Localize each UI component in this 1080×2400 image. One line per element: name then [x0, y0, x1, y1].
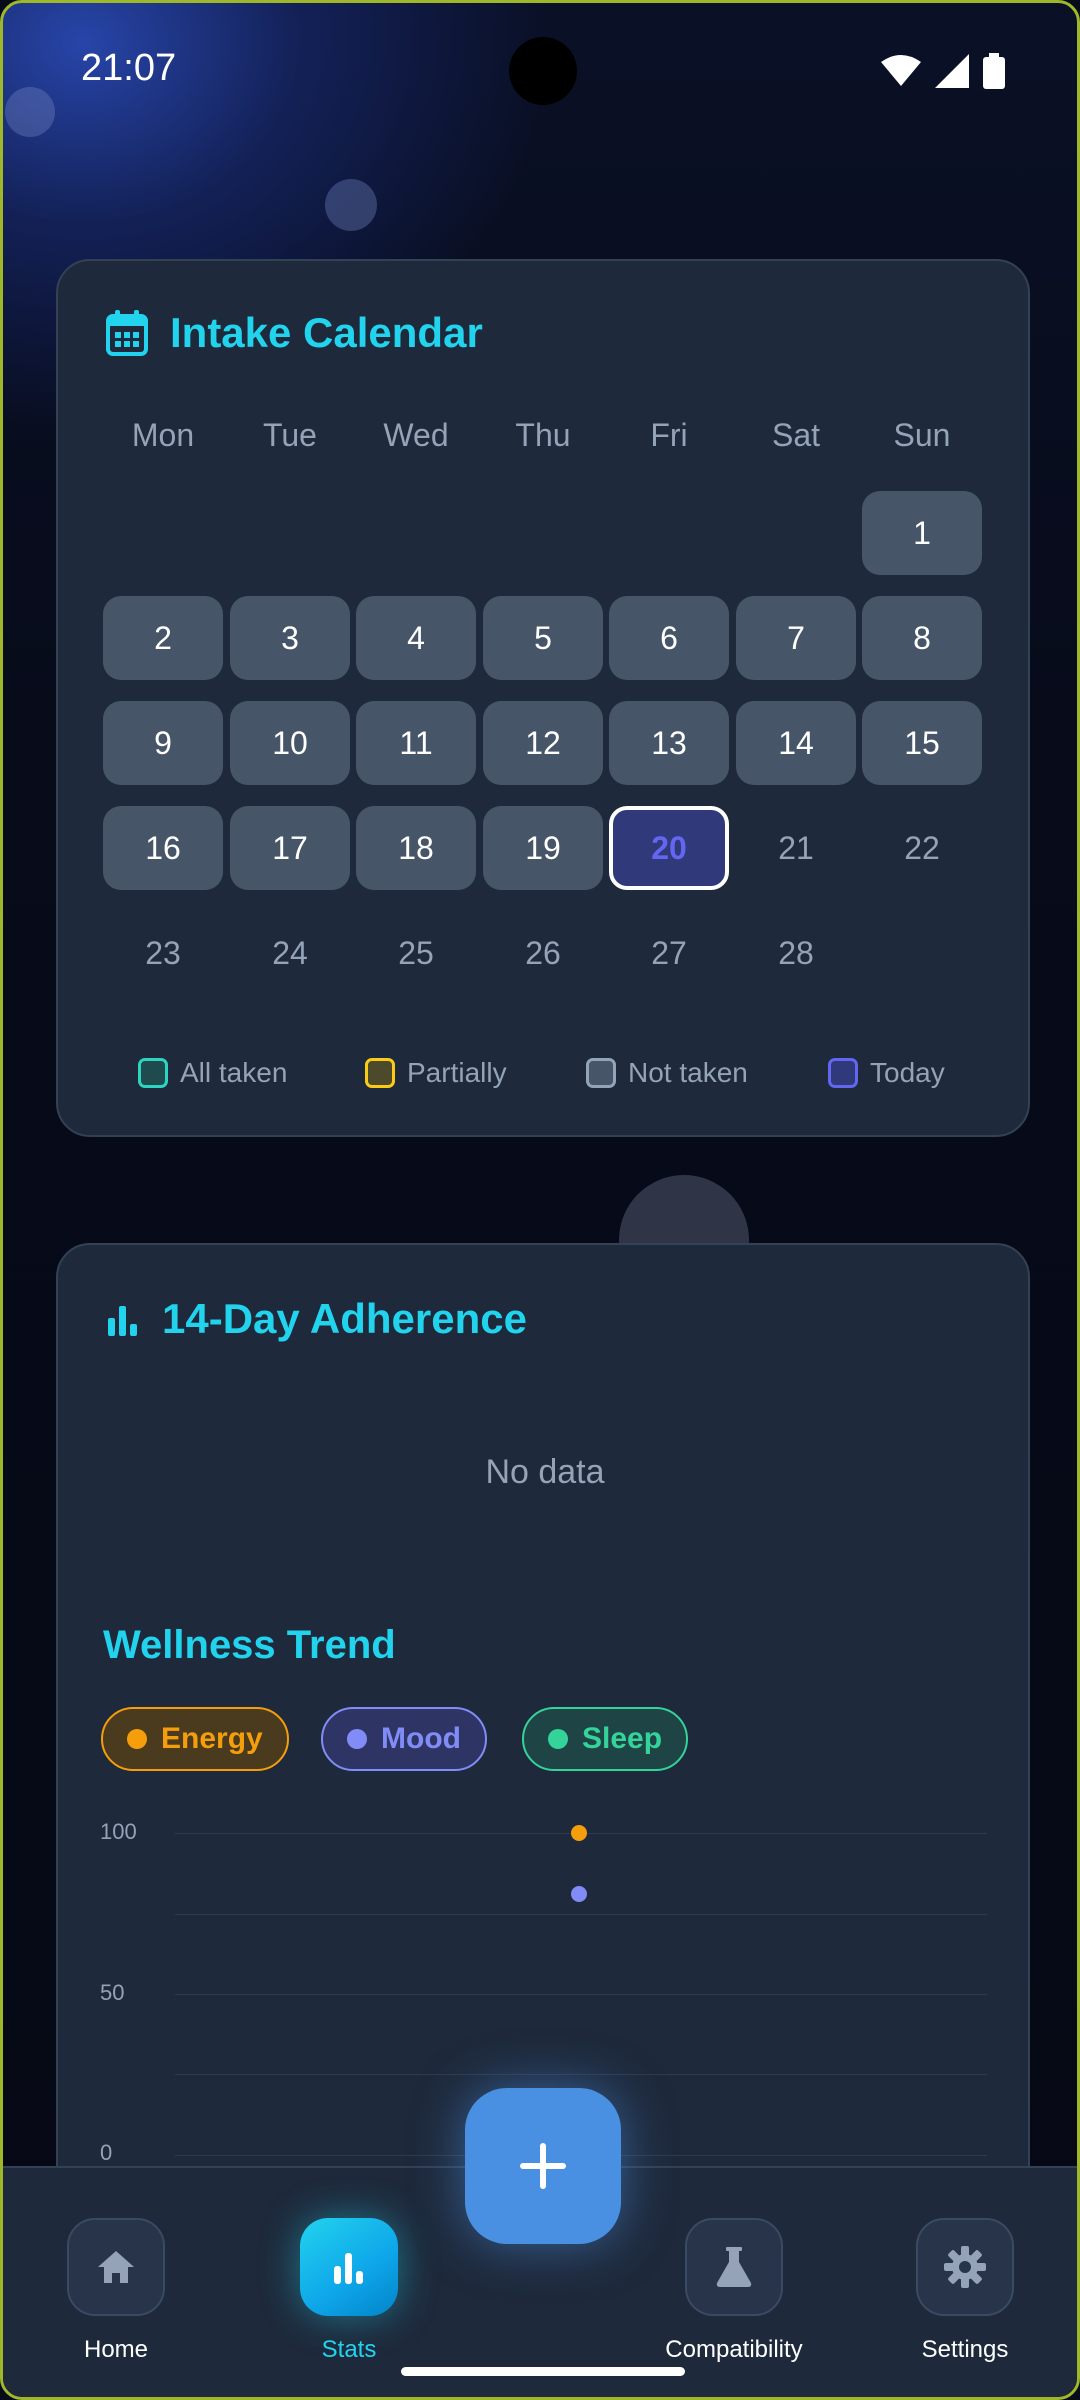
nav-label: Settings [921, 2336, 1009, 2363]
legend-swatch [828, 1058, 858, 1088]
calendar-icon [106, 310, 148, 356]
add-fab-button[interactable] [465, 2088, 621, 2244]
adherence-empty-text: No data [485, 1453, 605, 1491]
calendar-day[interactable]: 14 [736, 701, 856, 785]
calendar-day[interactable]: 26 [483, 911, 603, 995]
chip-label: Mood [381, 1722, 461, 1755]
chip-energy[interactable]: Energy [101, 1707, 289, 1771]
calendar-day[interactable]: 24 [230, 911, 350, 995]
weekday-label: Fri [650, 417, 688, 453]
calendar-day[interactable]: 2 [103, 596, 223, 680]
calendar-day[interactable]: 9 [103, 701, 223, 785]
y-tick-label: 50 [100, 1980, 125, 2005]
home-indicator [401, 2367, 685, 2376]
signal-icon [935, 54, 969, 88]
chip-mood[interactable]: Mood [321, 1707, 487, 1771]
wellness-title: Wellness Trend [103, 1623, 396, 1667]
home-icon [98, 2251, 134, 2283]
legend-label: Partially [407, 1057, 507, 1088]
calendar-title: Intake Calendar [170, 309, 483, 356]
calendar-day[interactable]: 16 [103, 806, 223, 890]
calendar-day[interactable]: 11 [356, 701, 476, 785]
calendar-day[interactable]: 22 [862, 806, 982, 890]
calendar-day[interactable]: 23 [103, 911, 223, 995]
calendar-day[interactable]: 6 [609, 596, 729, 680]
legend-swatch [365, 1058, 395, 1088]
nav-compatibility-button[interactable] [685, 2218, 783, 2316]
calendar-day[interactable]: 1 [862, 491, 982, 575]
calendar-day[interactable]: 15 [862, 701, 982, 785]
chip-label: Energy [161, 1722, 263, 1755]
battery-icon [983, 53, 1005, 89]
mood-dot-icon [347, 1729, 367, 1749]
camera-cutout [509, 37, 577, 105]
calendar-day[interactable]: 21 [736, 806, 856, 890]
wifi-icon [881, 55, 921, 86]
nav-label: Stats [321, 2336, 377, 2363]
bar-chart-icon [334, 2253, 363, 2284]
nav-label: Compatibility [665, 2336, 803, 2363]
app-screen: 21:07 Intake Calendar Mon Tue Wed Thu Fr… [0, 0, 1080, 2400]
calendar-day[interactable]: 8 [862, 596, 982, 680]
y-tick-label: 0 [100, 2140, 113, 2165]
gear-icon [944, 2246, 986, 2288]
legend-label: All taken [180, 1057, 288, 1088]
calendar-day[interactable]: 12 [483, 701, 603, 785]
adherence-title: 14-Day Adherence [162, 1295, 527, 1342]
y-tick-label: 100 [100, 1819, 137, 1844]
weekday-label: Sat [771, 417, 821, 453]
nav-settings-button[interactable] [916, 2218, 1014, 2316]
calendar-day[interactable]: 25 [356, 911, 476, 995]
calendar-header: Intake Calendar [106, 309, 483, 357]
gridline [175, 2074, 987, 2075]
calendar-day-today[interactable]: 20 [609, 806, 729, 890]
weekday-label: Tue [263, 417, 317, 453]
plus-icon [520, 2143, 566, 2189]
calendar-day[interactable]: 19 [483, 806, 603, 890]
calendar-day[interactable]: 4 [356, 596, 476, 680]
status-time: 21:07 [81, 47, 177, 89]
legend-not-taken: Not taken [586, 1057, 748, 1089]
weekday-label: Sun [893, 417, 951, 453]
nav-label: Home [83, 2336, 149, 2363]
status-icons [881, 51, 1005, 91]
status-bar: 21:07 [3, 3, 1077, 138]
calendar-day[interactable]: 3 [230, 596, 350, 680]
weekday-label: Wed [383, 417, 449, 453]
calendar-day[interactable]: 5 [483, 596, 603, 680]
nav-stats-button[interactable] [300, 2218, 398, 2316]
energy-dot-icon [127, 1729, 147, 1749]
gridline [175, 1914, 987, 1915]
calendar-day[interactable]: 27 [609, 911, 729, 995]
legend-swatch [138, 1058, 168, 1088]
calendar-day[interactable]: 28 [736, 911, 856, 995]
legend-all-taken: All taken [138, 1057, 287, 1089]
calendar-day[interactable]: 10 [230, 701, 350, 785]
weekday-label: Thu [515, 417, 571, 453]
chip-label: Sleep [582, 1722, 663, 1755]
weekday-label: Mon [131, 417, 195, 453]
chip-sleep[interactable]: Sleep [522, 1707, 689, 1771]
chart-point-energy [571, 1825, 587, 1841]
adherence-header: 14-Day Adherence [106, 1295, 527, 1343]
calendar-day[interactable]: 13 [609, 701, 729, 785]
decor-bubble [325, 179, 377, 231]
legend-label: Not taken [628, 1057, 748, 1088]
bar-chart-icon [108, 1306, 137, 1336]
calendar-day[interactable]: 18 [356, 806, 476, 890]
calendar-day[interactable]: 7 [736, 596, 856, 680]
gridline [175, 1994, 987, 1995]
nav-home-button[interactable] [67, 2218, 165, 2316]
legend-partially: Partially [365, 1057, 507, 1089]
sleep-dot-icon [548, 1729, 568, 1749]
legend-today: Today [828, 1057, 945, 1089]
legend-swatch [586, 1058, 616, 1088]
legend-label: Today [870, 1057, 945, 1088]
intake-calendar-card: Intake Calendar Mon Tue Wed Thu Fri Sat … [56, 259, 1030, 1137]
calendar-day[interactable]: 17 [230, 806, 350, 890]
flask-icon [716, 2247, 752, 2287]
